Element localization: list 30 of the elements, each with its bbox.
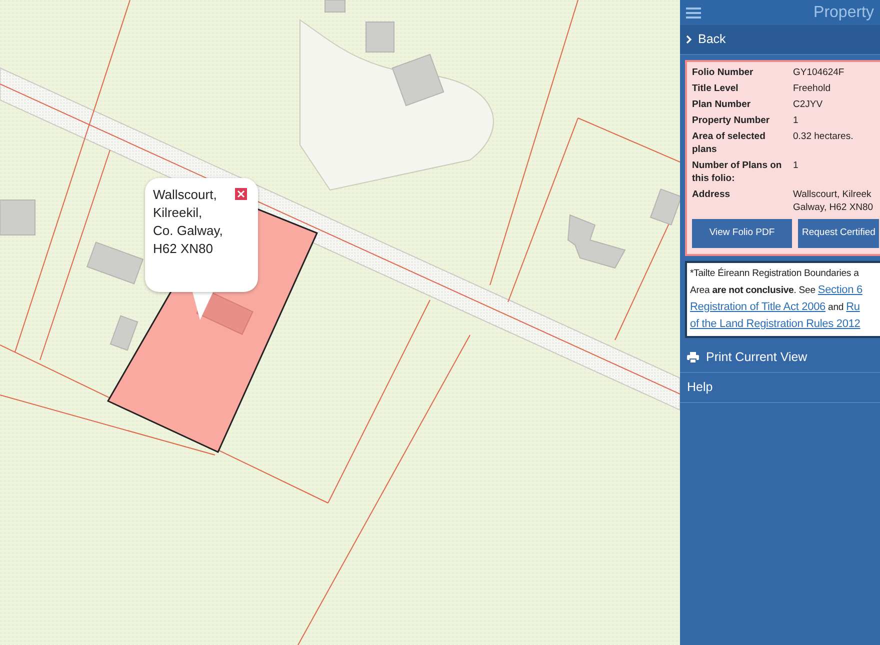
field-label: Plan Number (692, 98, 752, 111)
field-label: Address (692, 188, 732, 202)
panel-title: Property (814, 2, 874, 22)
print-menu-item[interactable]: Print Current View (680, 343, 880, 373)
address-text: Wallscourt, Kilreekil, Co. Galway, H62 XN80 (153, 186, 223, 258)
field-label: Area of selected plans (692, 130, 766, 156)
view-pdf-button[interactable]: View Folio PDF (692, 219, 792, 248)
field-label: Number of Plans on this folio: (692, 159, 783, 185)
field-value: 1 (793, 114, 798, 127)
chevron-icon (686, 35, 692, 44)
menu-icon[interactable] (686, 6, 701, 18)
request-button[interactable]: Request Certified (798, 219, 880, 248)
field-value: Freehold (793, 82, 830, 95)
field-label: Title Level (692, 82, 740, 95)
disclaimer-text: *Tailte Éireann Registration Boundaries a Area are not conclusive. See Section 6 Registration of Title Act 2006 and Ru of the Land Registration Rules 2012 (690, 266, 864, 332)
field-value: Wallscourt, Kilreek Galway, H62 XN80 (793, 188, 874, 214)
field-value: 1 (793, 159, 798, 173)
field-value: GY104624F (793, 66, 844, 79)
help-menu-item[interactable]: Help (680, 373, 880, 403)
field-value: C2JYV (793, 98, 823, 111)
field-label: Folio Number (692, 66, 754, 79)
printer-icon (687, 352, 699, 363)
document-link[interactable]: Ru (846, 301, 860, 313)
field-value: 0.32 hectares. (793, 130, 854, 144)
document-link[interactable]: Registration of Title Act 2006 (690, 301, 826, 313)
close-icon[interactable] (235, 188, 247, 200)
field-label: Property Number (692, 114, 771, 127)
document-link[interactable]: Section 6 (818, 284, 862, 296)
document-link[interactable]: of the Land Registration Rules 2012 (690, 318, 860, 330)
back-link[interactable]: Back (680, 25, 880, 55)
